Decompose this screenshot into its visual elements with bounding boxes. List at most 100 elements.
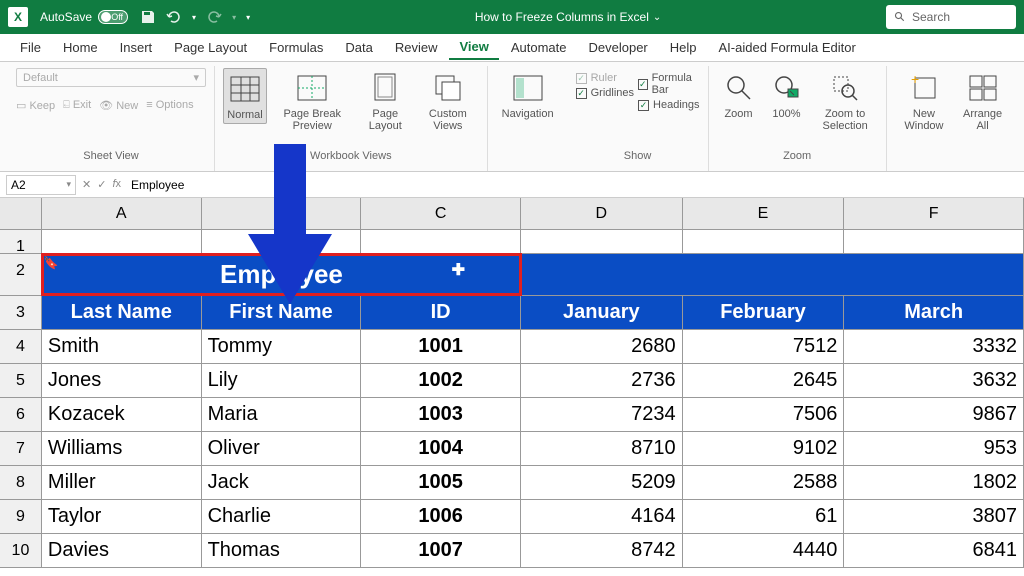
redo-icon[interactable] [206, 9, 222, 25]
page-break-button[interactable]: Page Break Preview [271, 68, 353, 134]
cell[interactable]: 2736 [521, 364, 683, 397]
header-cell[interactable]: ID [361, 296, 521, 329]
normal-view-button[interactable]: Normal [223, 68, 267, 124]
new-window-button[interactable]: + New Window [895, 68, 953, 134]
cell[interactable]: 1006 [361, 500, 521, 533]
cell[interactable] [844, 230, 1024, 253]
redo-dropdown-icon[interactable]: ▾ [232, 13, 236, 22]
col-header-f[interactable]: F [844, 198, 1024, 229]
col-header-a[interactable]: A [42, 198, 202, 229]
search-input[interactable]: Search [886, 5, 1016, 29]
tab-page-layout[interactable]: Page Layout [164, 36, 257, 59]
cell[interactable]: Davies [42, 534, 202, 567]
zoom-button[interactable]: Zoom [717, 68, 761, 122]
cell[interactable]: 953 [844, 432, 1024, 465]
cell[interactable]: Jones [42, 364, 202, 397]
tab-home[interactable]: Home [53, 36, 108, 59]
navigation-button[interactable]: Navigation [496, 68, 560, 122]
cell[interactable]: 7234 [521, 398, 683, 431]
cell[interactable]: Lily [202, 364, 362, 397]
tab-help[interactable]: Help [660, 36, 707, 59]
headings-checkbox[interactable]: ✓Headings [638, 99, 699, 111]
cell[interactable]: 9867 [844, 398, 1024, 431]
cell[interactable]: Kozacek [42, 398, 202, 431]
cell[interactable] [42, 230, 202, 253]
cell[interactable]: 3807 [844, 500, 1024, 533]
exit-button[interactable]: ⍇ Exit [63, 99, 91, 112]
col-header-d[interactable]: D [521, 198, 683, 229]
cell[interactable]: Oliver [202, 432, 362, 465]
cell[interactable]: Taylor [42, 500, 202, 533]
spreadsheet-grid[interactable]: A B C D E F 1 2 🔖 Employee ✚ 3 Last Name… [0, 198, 1024, 568]
custom-views-button[interactable]: Custom Views [417, 68, 479, 134]
cell[interactable]: 2680 [521, 330, 683, 363]
row-header[interactable]: 6 [0, 398, 42, 431]
cell[interactable]: 2588 [683, 466, 845, 499]
cell[interactable]: 1003 [361, 398, 521, 431]
row-header[interactable]: 10 [0, 534, 42, 567]
smart-tag-icon[interactable]: 🔖 [44, 256, 59, 270]
cell[interactable]: Smith [42, 330, 202, 363]
cancel-icon[interactable]: ✕ [82, 178, 91, 191]
options-button[interactable]: ≡ Options [146, 99, 193, 112]
document-title[interactable]: How to Freeze Columns in Excel ⌄ [475, 10, 661, 24]
gridlines-checkbox[interactable]: ✓Gridlines [576, 87, 634, 99]
cell[interactable]: 1007 [361, 534, 521, 567]
tab-review[interactable]: Review [385, 36, 448, 59]
cell[interactable]: 7512 [683, 330, 845, 363]
cell[interactable]: 4164 [521, 500, 683, 533]
ruler-checkbox[interactable]: ✓Ruler [576, 72, 634, 84]
row-header[interactable]: 4 [0, 330, 42, 363]
formula-bar-checkbox[interactable]: ✓Formula Bar [638, 72, 699, 96]
cell[interactable]: 1005 [361, 466, 521, 499]
row-header[interactable]: 3 [0, 296, 42, 329]
row-header[interactable]: 8 [0, 466, 42, 499]
tab-formulas[interactable]: Formulas [259, 36, 333, 59]
merged-cell-months[interactable] [521, 254, 1024, 295]
cell[interactable]: 61 [683, 500, 845, 533]
tab-ai-formula[interactable]: AI-aided Formula Editor [709, 36, 866, 59]
cell[interactable]: 5209 [521, 466, 683, 499]
new-button[interactable]: 👁 New [99, 99, 138, 112]
tab-developer[interactable]: Developer [579, 36, 658, 59]
cell[interactable]: Thomas [202, 534, 362, 567]
header-cell[interactable]: March [844, 296, 1024, 329]
select-all-corner[interactable] [0, 198, 42, 229]
row-header[interactable]: 9 [0, 500, 42, 533]
cell[interactable] [683, 230, 845, 253]
cell[interactable] [521, 230, 683, 253]
cell[interactable]: Charlie [202, 500, 362, 533]
cell[interactable]: 1802 [844, 466, 1024, 499]
sheet-view-selector[interactable]: Default▾ [16, 68, 206, 87]
header-cell[interactable]: Last Name [42, 296, 202, 329]
cell[interactable]: 8710 [521, 432, 683, 465]
cell[interactable]: 8742 [521, 534, 683, 567]
name-box[interactable]: A2▾ [6, 175, 76, 195]
tab-view[interactable]: View [449, 35, 498, 60]
arrange-all-button[interactable]: Arrange All [957, 68, 1008, 134]
undo-dropdown-icon[interactable]: ▾ [192, 13, 196, 22]
cell[interactable]: 4440 [683, 534, 845, 567]
header-cell[interactable]: January [521, 296, 683, 329]
cell[interactable]: 2645 [683, 364, 845, 397]
cell[interactable]: Tommy [202, 330, 362, 363]
cell[interactable]: 6841 [844, 534, 1024, 567]
row-header[interactable]: 5 [0, 364, 42, 397]
undo-icon[interactable] [166, 9, 182, 25]
cell[interactable]: 3632 [844, 364, 1024, 397]
tab-file[interactable]: File [10, 36, 51, 59]
enter-icon[interactable]: ✓ [97, 178, 106, 191]
cell[interactable]: Jack [202, 466, 362, 499]
chevron-down-icon[interactable]: ⌄ [653, 12, 661, 23]
zoom-100-button[interactable]: 100% [765, 68, 809, 122]
keep-button[interactable]: ▭ Keep [16, 99, 55, 112]
cell[interactable]: 1001 [361, 330, 521, 363]
cell[interactable]: 7506 [683, 398, 845, 431]
cell[interactable]: Williams [42, 432, 202, 465]
cell[interactable]: 1004 [361, 432, 521, 465]
save-icon[interactable] [140, 9, 156, 25]
cell[interactable]: 9102 [683, 432, 845, 465]
row-header[interactable]: 2 [0, 254, 42, 295]
col-header-c[interactable]: C [361, 198, 521, 229]
row-header[interactable]: 7 [0, 432, 42, 465]
